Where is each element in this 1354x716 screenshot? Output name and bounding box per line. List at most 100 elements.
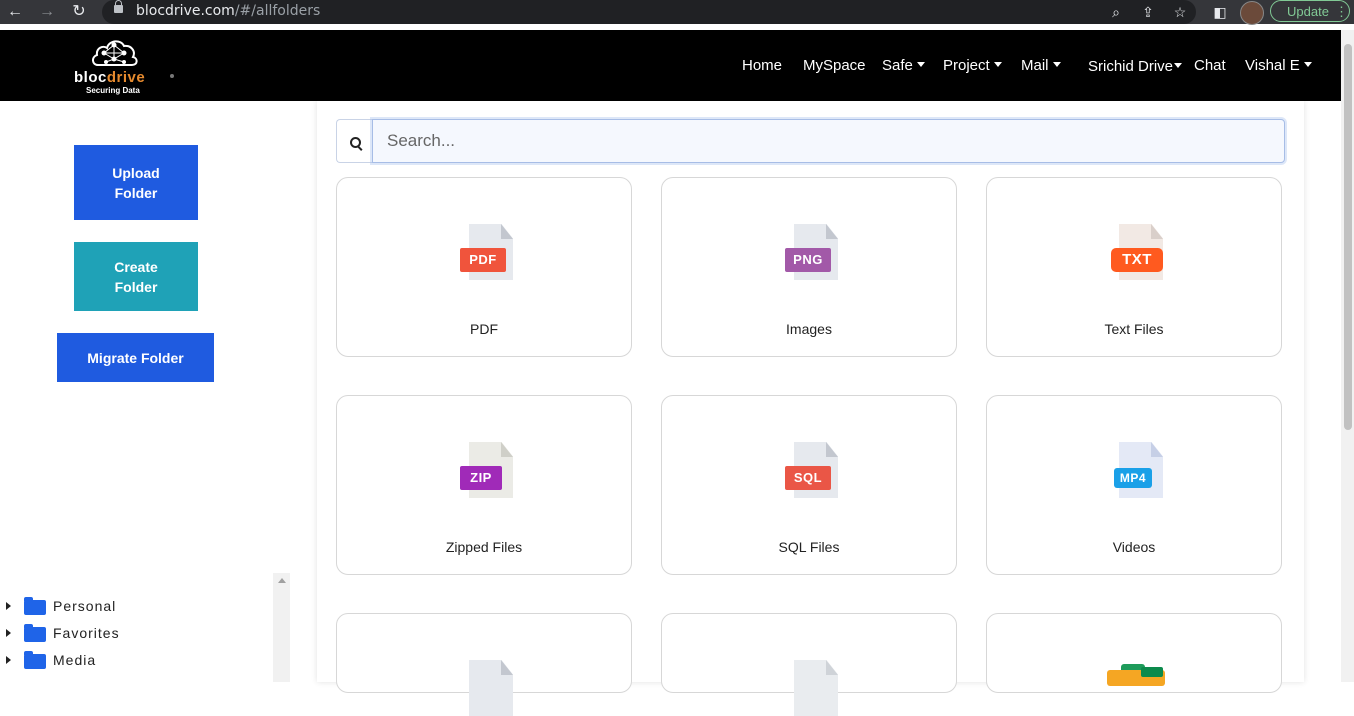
folder-icon <box>24 651 46 669</box>
back-icon[interactable]: ← <box>5 2 25 22</box>
folder-tree-scrollbar[interactable] <box>273 573 290 682</box>
url-host: blocdrive.com <box>136 3 235 19</box>
category-card-sql-files[interactable]: SQL SQL Files <box>661 395 957 575</box>
caret-down-icon <box>993 61 1002 67</box>
nav-user-label: Vishal E <box>1245 57 1300 74</box>
search-bar <box>336 119 1285 163</box>
nav-mail-dropdown[interactable]: Mail <box>1021 57 1061 74</box>
txt-file-icon: TXT <box>1111 224 1163 280</box>
nav-safe-dropdown[interactable]: Safe <box>882 57 925 74</box>
category-label: PDF <box>470 321 498 337</box>
page-scrollbar-thumb[interactable] <box>1344 44 1352 430</box>
create-label-line2: Folder <box>114 278 158 295</box>
migrate-label: Migrate Folder <box>87 349 184 366</box>
category-card-row3-3[interactable] <box>986 613 1282 693</box>
nav-srichid-drive-label: Srichid Drive <box>1088 58 1174 75</box>
browser-toolbar: ← → ↻ blocdrive.com/#/allfolders ⌕ ⇪ ☆ ◧… <box>0 0 1354 25</box>
nav-srichid-drive-dropdown[interactable]: Srichid Drive <box>1088 58 1183 75</box>
tree-item-label: Media <box>53 652 97 668</box>
category-card-images[interactable]: PNG Images <box>661 177 957 357</box>
png-badge: PNG <box>785 248 831 272</box>
cloud-network-icon <box>92 40 138 66</box>
brand-logo[interactable]: blocdrive Securing Data <box>74 35 174 95</box>
mp4-file-icon: MP4 <box>1114 442 1163 498</box>
nav-chat[interactable]: Chat <box>1194 57 1226 74</box>
update-button[interactable]: Update ⋮ <box>1270 0 1350 22</box>
search-button[interactable] <box>336 119 372 163</box>
category-card-row3-1[interactable] <box>336 613 632 716</box>
category-card-zipped-files[interactable]: ZIP Zipped Files <box>336 395 632 575</box>
migrate-folder-button[interactable]: Migrate Folder <box>57 333 214 382</box>
share-icon[interactable]: ⇪ <box>1138 2 1158 22</box>
zip-file-icon: ZIP <box>460 442 513 498</box>
nav-myspace-label: MySpace <box>803 57 866 74</box>
zoom-icon[interactable]: ⌕ <box>1106 2 1126 22</box>
zip-badge: ZIP <box>460 466 502 490</box>
file-icon <box>794 660 838 716</box>
scroll-up-arrow-icon[interactable] <box>278 578 286 583</box>
create-folder-button[interactable]: Create Folder <box>74 242 198 311</box>
address-bar[interactable]: blocdrive.com/#/allfolders ⌕ ⇪ ☆ <box>102 0 1196 24</box>
upload-label-line1: Upload <box>112 164 160 181</box>
category-card-pdf[interactable]: PDF PDF <box>336 177 632 357</box>
caret-down-icon <box>1303 61 1312 67</box>
png-file-icon: PNG <box>785 224 838 280</box>
category-label: Text Files <box>1104 321 1164 337</box>
url-text: blocdrive.com/#/allfolders <box>136 3 320 19</box>
nav-home-label: Home <box>742 57 783 74</box>
folders-icon <box>1107 664 1165 686</box>
search-input[interactable] <box>372 119 1285 163</box>
nav-user-dropdown[interactable]: Vishal E <box>1245 57 1312 74</box>
expand-arrow-icon[interactable] <box>6 602 11 610</box>
upload-folder-button[interactable]: Upload Folder <box>74 145 198 220</box>
caret-down-icon <box>1052 61 1061 67</box>
reload-icon[interactable]: ↻ <box>69 2 89 22</box>
url-path: /#/allfolders <box>234 3 321 19</box>
category-label: SQL Files <box>778 539 840 555</box>
brand-tagline: Securing Data <box>86 86 140 95</box>
nav-myspace[interactable]: MySpace <box>803 57 866 74</box>
search-icon <box>350 137 361 148</box>
folder-icon <box>24 597 46 615</box>
brand-name-part2: drive <box>106 69 146 86</box>
nav-safe-label: Safe <box>882 57 913 74</box>
folder-icon <box>24 624 46 642</box>
category-label: Images <box>786 321 832 337</box>
lock-icon <box>114 0 123 13</box>
forward-icon[interactable]: → <box>37 2 57 22</box>
logo-dot <box>170 74 174 78</box>
nav-chat-label: Chat <box>1194 57 1226 74</box>
file-icon <box>469 660 513 716</box>
caret-down-icon <box>916 61 925 67</box>
nav-home[interactable]: Home <box>742 57 782 74</box>
update-label: Update <box>1287 4 1329 19</box>
profile-avatar[interactable] <box>1240 1 1264 25</box>
category-card-text-files[interactable]: TXT Text Files <box>986 177 1282 357</box>
category-label: Videos <box>1112 539 1156 555</box>
tree-item-label: Personal <box>53 598 117 614</box>
nav-mail-label: Mail <box>1021 57 1049 74</box>
sql-file-icon: SQL <box>785 442 838 498</box>
menu-dots-icon[interactable]: ⋮ <box>1335 1 1348 23</box>
side-panel-icon[interactable]: ◧ <box>1210 2 1230 22</box>
bookmark-star-icon[interactable]: ☆ <box>1170 2 1190 22</box>
category-card-row3-2[interactable] <box>661 613 957 716</box>
create-label-line1: Create <box>114 258 158 275</box>
nav-project-label: Project <box>943 57 990 74</box>
brand-wordmark: blocdrive <box>74 69 145 86</box>
category-label: Zipped Files <box>445 539 523 555</box>
sql-badge: SQL <box>785 466 831 490</box>
mp4-badge: MP4 <box>1114 468 1152 488</box>
tree-item-label: Favorites <box>53 625 120 641</box>
app-navbar: blocdrive Securing Data Home MySpace Saf… <box>0 30 1341 101</box>
caret-down-icon <box>1174 62 1183 68</box>
txt-badge: TXT <box>1111 248 1163 272</box>
pdf-file-icon: PDF <box>460 224 513 280</box>
category-card-videos[interactable]: MP4 Videos <box>986 395 1282 575</box>
upload-label-line2: Folder <box>114 184 158 201</box>
pdf-badge: PDF <box>460 248 506 272</box>
brand-name-part1: bloc <box>74 69 107 86</box>
expand-arrow-icon[interactable] <box>6 656 11 664</box>
expand-arrow-icon[interactable] <box>6 629 11 637</box>
nav-project-dropdown[interactable]: Project <box>943 57 1002 74</box>
